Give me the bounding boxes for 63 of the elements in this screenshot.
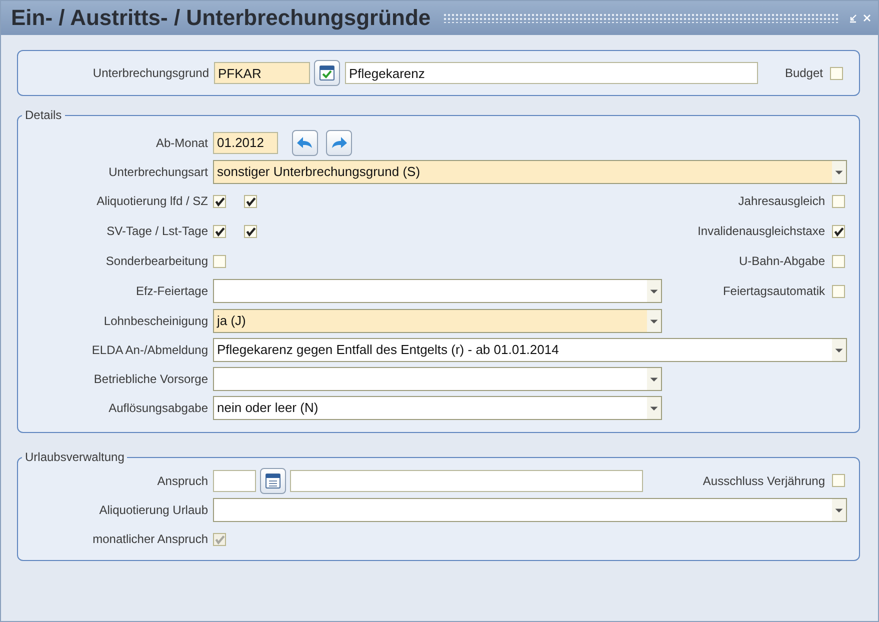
section-title: Details (24, 108, 63, 122)
caret-icon (647, 396, 661, 418)
checkbox-label: SV-Tage / Lst-Tage (106, 224, 208, 238)
dropdown[interactable]: sonstiger Unterbrechungsgrund (S) (213, 160, 847, 184)
checkbox[interactable] (830, 66, 843, 80)
caret-icon (832, 338, 846, 360)
forward-arrow-icon (330, 136, 348, 150)
checkbox-label: Feiertagsautomatik (722, 284, 825, 298)
text-field[interactable] (290, 470, 643, 492)
field-label: Betriebliche Vorsorge (92, 372, 208, 386)
checkbox[interactable] (213, 224, 226, 238)
calendar-check-icon (318, 64, 336, 82)
window-title: Ein- / Austritts- / Unterbrechungsgründe (11, 5, 431, 31)
dropdown[interactable]: Pflegekarenz gegen Entfall des Entgelts (r) - ab 01.01.2014 (213, 338, 847, 362)
field-label: Ab-Monat (154, 136, 208, 150)
minimize-icon[interactable] (848, 13, 858, 23)
caret-icon (647, 310, 661, 332)
lookup-button[interactable] (314, 60, 340, 86)
calendar-button[interactable] (260, 468, 286, 494)
days-field[interactable] (213, 470, 256, 492)
checkbox-label: Sonderbearbeitung (104, 254, 208, 268)
checkbox-label: Invalidenausgleichstaxe (698, 224, 825, 238)
month-field[interactable]: 01.2012 (213, 132, 278, 154)
caret-icon (832, 498, 846, 520)
checkbox-label: Budget (784, 66, 823, 80)
back-arrow-icon (296, 136, 314, 150)
calendar-icon (264, 472, 282, 490)
checkbox[interactable] (244, 224, 257, 238)
field-label: Unterbrechungsgrund (92, 66, 209, 80)
caret-icon (832, 160, 846, 182)
checkbox-label: Aliquotierung lfd / SZ (96, 194, 208, 208)
checkbox[interactable] (832, 474, 845, 487)
field-label: Auflösungsabgabe (108, 400, 208, 414)
dropdown[interactable] (213, 498, 847, 522)
checkbox[interactable] (244, 194, 257, 208)
caret-icon (647, 280, 661, 302)
code-field[interactable]: PFKAR (214, 62, 310, 84)
field-label: Unterbrechungsart (108, 164, 208, 178)
field-label: Efz-Feiertage (134, 284, 208, 298)
field-label: ELDA An-/Abmeldung (90, 342, 208, 356)
field-label: Anspruch (156, 474, 208, 488)
checkbox-label: Ausschluss Verjährung (702, 474, 825, 488)
checkbox[interactable] (832, 224, 845, 238)
section-title: Urlaubsverwaltung (24, 450, 126, 464)
checkbox[interactable] (832, 194, 845, 208)
checkbox[interactable] (213, 194, 226, 208)
dropdown[interactable]: nein oder leer (N) (213, 396, 662, 420)
name-field[interactable]: Pflegekarenz (345, 62, 758, 84)
caret-icon (647, 368, 661, 390)
forward-button[interactable] (326, 130, 352, 156)
checkbox[interactable] (213, 254, 226, 268)
checkbox[interactable] (832, 254, 845, 268)
checkbox[interactable] (832, 284, 845, 298)
checkbox-label: Jahresausgleich (738, 194, 825, 208)
dropdown[interactable] (213, 279, 662, 303)
close-icon[interactable] (862, 13, 872, 23)
field-label: Aliquotierung Urlaub (98, 502, 208, 516)
back-button[interactable] (292, 130, 318, 156)
dropdown[interactable] (213, 366, 662, 390)
checkbox-label: monatlicher Anspruch (92, 532, 208, 546)
checkbox-label: U-Bahn-Abgabe (738, 254, 825, 268)
field-label: Lohnbescheinigung (102, 314, 208, 328)
dropdown[interactable]: ja (J) (213, 308, 662, 332)
